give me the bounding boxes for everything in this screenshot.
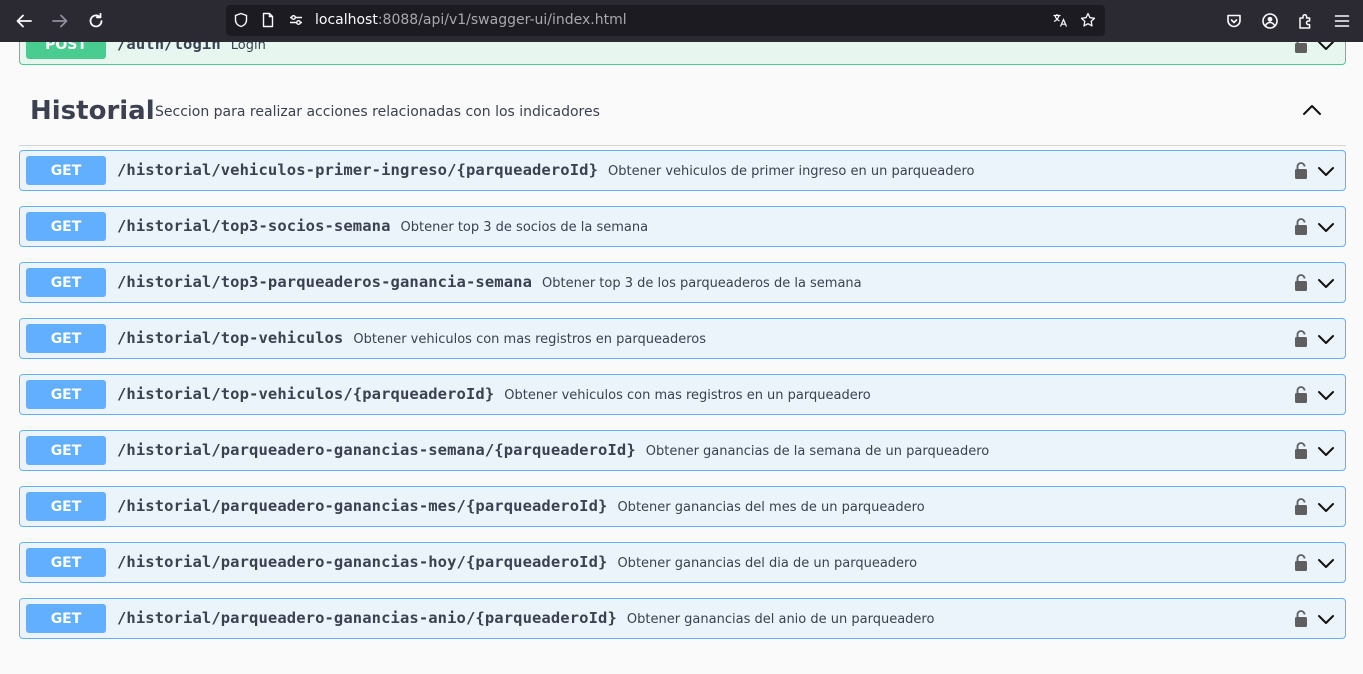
lock-icon[interactable]: [1293, 217, 1309, 237]
path-text: /historial/parqueadero-ganancias-hoy/{pa…: [117, 553, 608, 571]
pocket-icon[interactable]: [1222, 9, 1246, 33]
opblock-get[interactable]: GET /historial/parqueadero-ganancias-mes…: [19, 486, 1346, 527]
tag-header-historial[interactable]: Historial Seccion para realizar acciones…: [19, 90, 1346, 146]
lock-icon[interactable]: [1293, 553, 1309, 573]
method-badge: GET: [26, 212, 106, 241]
opblock-get[interactable]: GET /historial/top3-socios-semana Obtener…: [19, 206, 1346, 247]
endpoint-summary: Obtener ganancias del dia de un parquead…: [617, 556, 918, 571]
endpoint-path: /historial/parqueadero-ganancias-mes/{pa…: [117, 497, 925, 515]
reload-icon[interactable]: [84, 9, 108, 33]
method-badge: GET: [26, 380, 106, 409]
opblock-get[interactable]: GET /historial/top-vehiculos/{parqueader…: [19, 374, 1346, 415]
chevron-down-icon[interactable]: [1316, 274, 1336, 292]
path-text: /auth/login: [117, 42, 221, 53]
opblock-get[interactable]: GET /historial/parqueadero-ganancias-hoy…: [19, 542, 1346, 583]
method-badge: GET: [26, 156, 106, 185]
translate-icon[interactable]: [1051, 11, 1069, 29]
opblock-get[interactable]: GET /historial/top-vehiculos Obtener vehi…: [19, 318, 1346, 359]
method-badge: GET: [26, 436, 106, 465]
url-text[interactable]: localhost:8088/api/v1/swagger-ui/index.h…: [315, 12, 627, 28]
endpoint-summary: Login: [230, 42, 266, 53]
bookmark-star-icon[interactable]: [1079, 11, 1097, 29]
shield-icon[interactable]: [232, 11, 250, 29]
method-badge: GET: [26, 548, 106, 577]
opblock-get[interactable]: GET /historial/parqueadero-ganancias-sem…: [19, 430, 1346, 471]
path-text: /historial/top3-socios-semana: [117, 217, 391, 235]
endpoint-path: /auth/login Login: [117, 42, 266, 53]
endpoint-path: /historial/parqueadero-ganancias-semana/…: [117, 441, 989, 459]
page-icon[interactable]: [259, 11, 277, 29]
path-text: /historial/top-vehiculos/{parqueaderoId}: [117, 385, 495, 403]
endpoint-summary: Obtener vehiculos con mas registros en p…: [353, 332, 706, 347]
lock-icon[interactable]: [1293, 273, 1309, 293]
endpoint-path: /historial/top-vehiculos/{parqueaderoId}…: [117, 385, 871, 403]
lock-icon[interactable]: [1293, 609, 1309, 629]
endpoint-path: /historial/top3-parqueaderos-ganancia-se…: [117, 273, 862, 291]
opblock-get[interactable]: GET /historial/top3-parqueaderos-gananci…: [19, 262, 1346, 303]
endpoint-path: /historial/top-vehiculos Obtener vehiculo…: [117, 329, 706, 347]
url-host: localhost: [315, 12, 378, 28]
lock-icon[interactable]: [1293, 497, 1309, 517]
path-text: /historial/parqueadero-ganancias-anio/{p…: [117, 609, 617, 627]
opblock-get[interactable]: GET /historial/parqueadero-ganancias-ani…: [19, 598, 1346, 639]
method-badge: GET: [26, 324, 106, 353]
path-text: /historial/top-vehiculos: [117, 329, 344, 347]
endpoint-summary: Obtener ganancias del mes de un parquead…: [617, 500, 925, 515]
lock-icon[interactable]: [1293, 42, 1309, 55]
endpoint-summary: Obtener ganancias de la semana de un par…: [645, 444, 990, 459]
path-text: /historial/parqueadero-ganancias-semana/…: [117, 441, 636, 459]
opblock-get[interactable]: GET /historial/vehiculos-primer-ingreso/…: [19, 150, 1346, 191]
endpoint-summary: Obtener vehiculos con mas registros en u…: [504, 388, 871, 403]
chevron-down-icon[interactable]: [1316, 498, 1336, 516]
opblock-auth-login[interactable]: POST /auth/login Login: [19, 42, 1346, 65]
endpoint-summary: Obtener vehiculos de primer ingreso en u…: [608, 164, 975, 179]
permissions-icon[interactable]: [287, 11, 305, 29]
method-badge: POST: [26, 42, 106, 59]
url-bar[interactable]: localhost:8088/api/v1/swagger-ui/index.h…: [226, 5, 1105, 36]
chevron-down-icon[interactable]: [1316, 42, 1336, 54]
menu-icon[interactable]: [1330, 9, 1354, 33]
lock-icon[interactable]: [1293, 161, 1309, 181]
endpoint-path: /historial/top3-socios-semana Obtener top…: [117, 217, 648, 235]
path-text: /historial/parqueadero-ganancias-mes/{pa…: [117, 497, 608, 515]
lock-icon[interactable]: [1293, 385, 1309, 405]
path-text: /historial/top3-parqueaderos-ganancia-se…: [117, 273, 532, 291]
swagger-content: POST /auth/login Login Historial Seccion …: [0, 42, 1363, 674]
browser-toolbar: localhost:8088/api/v1/swagger-ui/index.h…: [0, 0, 1363, 42]
endpoint-summary: Obtener top 3 de los parqueaderos de la …: [542, 276, 862, 291]
chevron-down-icon[interactable]: [1316, 218, 1336, 236]
chevron-down-icon[interactable]: [1316, 442, 1336, 460]
method-badge: GET: [26, 492, 106, 521]
forward-arrow-icon[interactable]: [48, 9, 72, 33]
chevron-down-icon[interactable]: [1316, 162, 1336, 180]
chevron-down-icon[interactable]: [1316, 610, 1336, 628]
endpoint-path: /historial/parqueadero-ganancias-hoy/{pa…: [117, 553, 917, 571]
path-text: /historial/vehiculos-primer-ingreso/{par…: [117, 161, 599, 179]
endpoint-path: /historial/parqueadero-ganancias-anio/{p…: [117, 609, 934, 627]
chevron-down-icon[interactable]: [1316, 554, 1336, 572]
endpoint-path: /historial/vehiculos-primer-ingreso/{par…: [117, 161, 975, 179]
tag-title: Historial: [30, 96, 155, 126]
chevron-up-icon[interactable]: [1300, 100, 1324, 120]
url-path: :8088/api/v1/swagger-ui/index.html: [377, 12, 627, 28]
account-icon[interactable]: [1258, 9, 1282, 33]
method-badge: GET: [26, 604, 106, 633]
extensions-icon[interactable]: [1294, 9, 1318, 33]
chevron-down-icon[interactable]: [1316, 330, 1336, 348]
chevron-down-icon[interactable]: [1316, 386, 1336, 404]
method-badge: GET: [26, 268, 106, 297]
endpoint-summary: Obtener top 3 de socios de la semana: [400, 220, 649, 235]
lock-icon[interactable]: [1293, 441, 1309, 461]
back-arrow-icon[interactable]: [12, 9, 36, 33]
tag-description: Seccion para realizar acciones relaciona…: [155, 104, 600, 120]
lock-icon[interactable]: [1293, 329, 1309, 349]
endpoint-summary: Obtener ganancias del anio de un parquea…: [626, 612, 935, 627]
